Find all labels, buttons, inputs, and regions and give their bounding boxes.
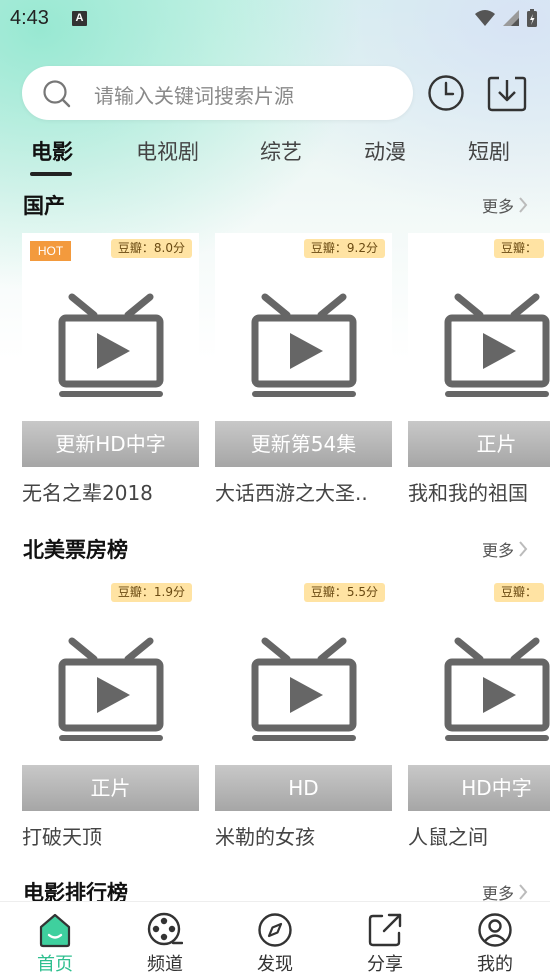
- section-title-domestic: 国产: [23, 194, 65, 218]
- update-status: 更新第54集: [215, 421, 392, 467]
- movie-card[interactable]: 豆瓣： HD中字 人鼠之间: [408, 577, 550, 857]
- tv-play-icon: [251, 293, 357, 397]
- nav-home[interactable]: 首页: [0, 902, 110, 979]
- nav-label: 分享: [367, 954, 403, 975]
- poster: 豆瓣： HD中字: [408, 577, 550, 811]
- movie-card[interactable]: 豆瓣：9.2分 更新第54集 大话西游之大圣..: [215, 233, 392, 513]
- movie-card[interactable]: 豆瓣：1.9分 正片 打破天顶: [22, 577, 199, 857]
- nav-profile[interactable]: 我的: [440, 902, 550, 979]
- movie-card[interactable]: HOT 豆瓣：8.0分 更新HD中字 无名之辈2018: [22, 233, 199, 513]
- tab-anime[interactable]: 动漫: [364, 136, 406, 166]
- chevron-right-icon: [519, 884, 528, 900]
- tab-tv-series[interactable]: 电视剧: [136, 136, 199, 166]
- home-icon: [39, 913, 71, 948]
- poster: 豆瓣： 正片: [408, 233, 550, 467]
- nav-discover[interactable]: 发现: [220, 902, 330, 979]
- poster: HOT 豆瓣：8.0分 更新HD中字: [22, 233, 199, 467]
- status-bar: 4:43 A: [0, 0, 550, 38]
- update-status: 正片: [22, 765, 199, 811]
- wifi-icon: [475, 10, 495, 26]
- movie-title: 打破天顶: [22, 825, 102, 849]
- rating-badge: 豆瓣：9.2分: [303, 239, 385, 258]
- movie-title: 无名之辈2018: [22, 481, 153, 505]
- update-status: 正片: [408, 421, 550, 467]
- active-tab-indicator: [30, 172, 72, 176]
- download-button[interactable]: [487, 74, 527, 112]
- more-link-na-box-office[interactable]: 更多: [482, 537, 528, 561]
- movie-title: 大话西游之大圣..: [215, 481, 368, 505]
- chevron-right-icon: [519, 197, 528, 213]
- rating-badge: 豆瓣：: [494, 239, 545, 258]
- rating-badge: 豆瓣：1.9分: [110, 583, 192, 602]
- tv-play-icon: [58, 293, 164, 397]
- tv-play-icon: [251, 637, 357, 741]
- section-title-na-box-office: 北美票房榜: [23, 538, 128, 562]
- movie-title: 米勒的女孩: [215, 825, 315, 849]
- poster: 豆瓣：1.9分 正片: [22, 577, 199, 811]
- history-button[interactable]: [427, 74, 465, 112]
- category-tabs: 电影 电视剧 综艺 动漫 短剧: [0, 136, 550, 176]
- card-row-domestic: HOT 豆瓣：8.0分 更新HD中字 无名之辈2018 豆瓣：9.2分 更新第5…: [22, 233, 550, 513]
- movie-title: 我和我的祖国: [408, 481, 528, 505]
- nav-label: 首页: [37, 954, 73, 975]
- share-icon: [368, 913, 402, 947]
- user-icon: [478, 913, 512, 947]
- notification-a-icon: A: [72, 11, 87, 26]
- nav-channel[interactable]: 频道: [110, 902, 220, 979]
- search-input[interactable]: 请输入关键词搜索片源: [94, 80, 294, 109]
- tv-play-icon: [444, 637, 550, 741]
- status-time: 4:43: [10, 7, 49, 29]
- movie-card[interactable]: 豆瓣： 正片 我和我的祖国: [408, 233, 550, 513]
- nav-share[interactable]: 分享: [330, 902, 440, 979]
- tab-short-drama[interactable]: 短剧: [468, 136, 510, 166]
- download-icon: [487, 76, 527, 112]
- more-link-domestic[interactable]: 更多: [482, 193, 528, 217]
- search-bar[interactable]: 请输入关键词搜索片源: [22, 66, 413, 120]
- tv-play-icon: [58, 637, 164, 741]
- tv-play-icon: [444, 293, 550, 397]
- bottom-navigation: 首页 频道 发现 分享 我的: [0, 901, 550, 979]
- nav-label: 我的: [477, 954, 513, 975]
- more-label: 更多: [481, 541, 514, 560]
- film-reel-icon: [147, 912, 183, 946]
- chevron-right-icon: [519, 541, 528, 557]
- poster: 豆瓣：5.5分 HD: [215, 577, 392, 811]
- hot-badge: HOT: [30, 241, 71, 261]
- update-status: HD中字: [408, 765, 550, 811]
- card-row-na-box-office: 豆瓣：1.9分 正片 打破天顶 豆瓣：5.5分 HD 米勒的女孩 豆瓣： HD中…: [22, 577, 550, 857]
- signal-icon: [503, 10, 519, 26]
- poster: 豆瓣：9.2分 更新第54集: [215, 233, 392, 467]
- movie-card[interactable]: 豆瓣：5.5分 HD 米勒的女孩: [215, 577, 392, 857]
- clock-icon: [428, 75, 464, 111]
- update-status: HD: [215, 765, 392, 811]
- more-label: 更多: [481, 197, 514, 216]
- rating-badge: 豆瓣：8.0分: [110, 239, 192, 258]
- battery-icon: [527, 9, 537, 27]
- tab-movie[interactable]: 电影: [31, 136, 73, 166]
- rating-badge: 豆瓣：5.5分: [303, 583, 385, 602]
- compass-icon: [258, 913, 292, 947]
- movie-title: 人鼠之间: [408, 825, 488, 849]
- status-icons: [474, 8, 538, 28]
- rating-badge: 豆瓣：: [494, 583, 545, 602]
- search-icon: [43, 80, 71, 108]
- update-status: 更新HD中字: [22, 421, 199, 467]
- tab-variety[interactable]: 综艺: [260, 136, 302, 166]
- nav-label: 发现: [257, 954, 293, 975]
- nav-label: 频道: [147, 954, 183, 975]
